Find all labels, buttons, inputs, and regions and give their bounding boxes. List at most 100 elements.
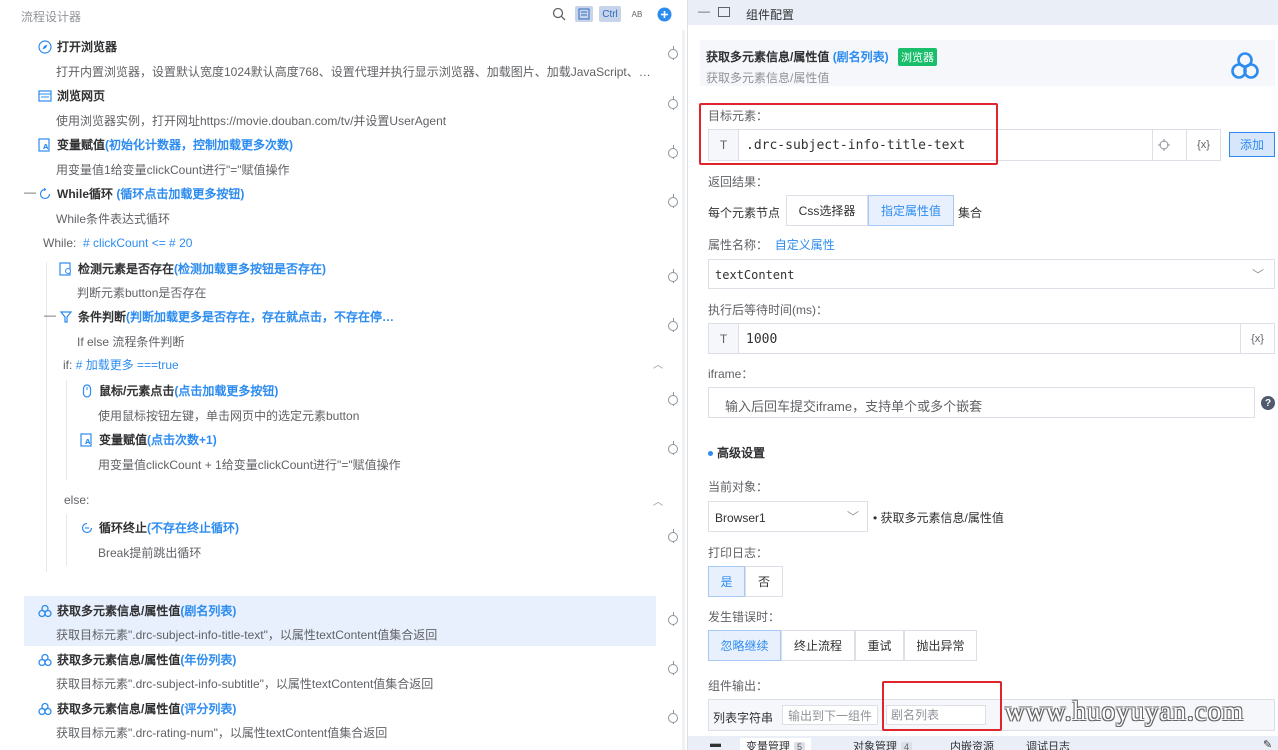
node-description: 获取目标元素".drc-rating-num"，以属性textContent值集… bbox=[56, 726, 388, 740]
collapse-icon[interactable]: — bbox=[44, 308, 56, 322]
bottom-tab-bar: ▬ 变量管理 5 对象管理 4 内嵌资源 调试日志 ✎ bbox=[688, 736, 1278, 750]
connector-handle[interactable] bbox=[668, 321, 678, 331]
watermark-text: www.huoyuyan.com bbox=[1005, 696, 1245, 726]
node-description: If else 流程条件判断 bbox=[77, 335, 185, 349]
component-output-label: 组件输出： bbox=[708, 679, 769, 693]
node-description: 获取目标元素".drc-subject-info-title-text"，以属性… bbox=[56, 628, 438, 642]
node-note: (不存在终止循环) bbox=[147, 521, 240, 535]
node-description: 用变量值clickCount + 1给变量clickCount进行"="赋值操作 bbox=[98, 458, 401, 472]
connector-handle[interactable] bbox=[668, 272, 678, 282]
connector-handle[interactable] bbox=[668, 713, 678, 723]
node-description: 使用鼠标按钮左键，单击网页中的选定元素button bbox=[98, 409, 360, 423]
output-variable-name[interactable]: 剧名列表 bbox=[886, 705, 986, 725]
throw-exception-option[interactable]: 抛出异常 bbox=[904, 630, 977, 661]
ctrl-shortcut-icon[interactable]: Ctrl bbox=[599, 6, 621, 22]
wait-time-field[interactable]: T 1000 {x} bbox=[708, 323, 1275, 354]
help-icon[interactable]: ? bbox=[1261, 396, 1275, 410]
detect-element-icon bbox=[59, 261, 73, 276]
vertical-scrollbar[interactable] bbox=[682, 30, 685, 750]
advanced-settings-heading: 高级设置 bbox=[708, 444, 765, 461]
tab-object-management[interactable]: 对象管理 4 bbox=[853, 738, 913, 750]
on-error-label: 发生错误时： bbox=[708, 610, 781, 624]
search-icon[interactable] bbox=[551, 6, 567, 22]
connector-handle[interactable] bbox=[668, 664, 678, 674]
tab-label: 对象管理 bbox=[853, 741, 897, 750]
target-element-field[interactable]: T .drc-subject-info-title-text {x} bbox=[708, 129, 1221, 161]
connector-handle[interactable] bbox=[668, 99, 678, 109]
while-label: While: bbox=[43, 236, 77, 250]
attribute-name-label: 属性名称： 自定义属性 bbox=[708, 236, 835, 253]
collection-suffix: 集合 bbox=[958, 206, 983, 220]
minimize-icon[interactable]: — bbox=[698, 4, 710, 18]
iframe-label: iframe： bbox=[708, 367, 754, 381]
current-object-label: 当前对象： bbox=[708, 480, 769, 494]
connector-handle[interactable] bbox=[668, 395, 678, 405]
bullet-icon bbox=[708, 451, 713, 457]
multi-element-icon bbox=[38, 702, 52, 716]
add-button[interactable]: 添加 bbox=[1229, 132, 1275, 157]
connector-handle[interactable] bbox=[668, 532, 678, 542]
variable-insert-button[interactable]: {x} bbox=[1240, 324, 1274, 353]
component-note: (剧名列表) bbox=[832, 50, 889, 64]
mouse-icon bbox=[80, 383, 94, 398]
node-description: 使用浏览器实例，打开网址https://movie.douban.com/tv/… bbox=[56, 114, 447, 128]
tab-count: 5 bbox=[794, 742, 806, 750]
browser-window-icon bbox=[38, 89, 52, 103]
config-header: — 组件配置 bbox=[688, 0, 1278, 25]
category-badge: 浏览器 bbox=[898, 48, 938, 66]
custom-attribute-link[interactable]: 自定义属性 bbox=[775, 238, 835, 252]
if-expression: # 加载更多 ===true bbox=[75, 358, 179, 372]
tab-debug-log[interactable]: 调试日志 bbox=[1026, 738, 1070, 750]
restore-window-icon[interactable] bbox=[718, 7, 730, 17]
spell-check-icon[interactable]: AB bbox=[628, 6, 646, 22]
attribute-value-option[interactable]: 指定属性值 bbox=[868, 195, 954, 226]
target-selector-value[interactable]: .drc-subject-info-title-text bbox=[746, 138, 965, 153]
connector-handle[interactable] bbox=[668, 444, 678, 454]
node-note: (点击加载更多按钮) bbox=[174, 384, 279, 398]
chevron-up-icon[interactable]: ︿ bbox=[653, 493, 663, 508]
multi-element-icon bbox=[38, 604, 52, 618]
ignore-continue-option[interactable]: 忽略继续 bbox=[708, 630, 781, 661]
wait-time-value[interactable]: 1000 bbox=[746, 332, 777, 347]
target-element-label: 目标元素： bbox=[708, 109, 769, 123]
connector-handle[interactable] bbox=[668, 197, 678, 207]
stop-flow-option[interactable]: 终止流程 bbox=[781, 630, 855, 661]
node-title: 鼠标/元素点击 bbox=[99, 384, 175, 398]
tab-embedded-resources[interactable]: 内嵌资源 bbox=[950, 738, 994, 750]
flow-designer-header: 流程设计器 Ctrl AB bbox=[0, 0, 685, 30]
collapse-icon[interactable]: — bbox=[24, 185, 36, 199]
text-type-prefix[interactable]: T bbox=[709, 130, 739, 160]
node-title: 循环终止 bbox=[99, 521, 148, 535]
text-type-prefix[interactable]: T bbox=[709, 324, 739, 353]
output-to-next-toggle[interactable]: 输出到下一组件 bbox=[782, 705, 878, 725]
pin-icon[interactable]: ✎ bbox=[1263, 738, 1272, 750]
tab-variable-management[interactable]: 变量管理 5 bbox=[740, 738, 812, 750]
connector-handle[interactable] bbox=[668, 148, 678, 158]
loop-icon bbox=[38, 187, 52, 201]
log-yes-option[interactable]: 是 bbox=[708, 566, 745, 597]
attribute-name-text: 属性名称： bbox=[708, 238, 769, 252]
add-circle-icon[interactable] bbox=[656, 6, 672, 22]
crosshair-icon[interactable] bbox=[1152, 130, 1174, 160]
node-title: 变量赋值 bbox=[57, 138, 106, 152]
iframe-input[interactable]: 输入后回车提交iframe，支持单个或多个嵌套 bbox=[708, 387, 1255, 418]
connector-handle[interactable] bbox=[668, 615, 678, 625]
node-note: (点击次数+1) bbox=[147, 433, 217, 447]
log-no-option[interactable]: 否 bbox=[745, 566, 783, 597]
css-selector-option[interactable]: Css选择器 bbox=[786, 195, 868, 226]
svg-text:A: A bbox=[43, 143, 49, 151]
retry-option[interactable]: 重试 bbox=[855, 630, 904, 661]
panel-title: 流程设计器 bbox=[21, 10, 82, 24]
current-object-select[interactable]: Browser1 ﹀ bbox=[708, 501, 868, 532]
list-icon: ▬ bbox=[710, 738, 721, 750]
chevron-up-icon[interactable]: ︿ bbox=[653, 356, 663, 371]
attribute-select[interactable]: textContent ﹀ bbox=[708, 259, 1275, 289]
variable-insert-button[interactable]: {x} bbox=[1186, 130, 1220, 160]
variable-icon: A bbox=[80, 432, 94, 447]
node-title: 获取多元素信息/属性值 bbox=[57, 604, 181, 618]
copy-icon[interactable] bbox=[575, 6, 593, 22]
connector-handle[interactable] bbox=[668, 49, 678, 59]
component-config-panel: — 组件配置 获取多元素信息/属性值 (剧名列表) 浏览器 获取多元素信息/属性… bbox=[687, 0, 1278, 750]
node-note: (判断加载更多是否存在，存在就点击，不存在停… bbox=[126, 310, 395, 324]
node-title: While循环 bbox=[57, 187, 113, 201]
